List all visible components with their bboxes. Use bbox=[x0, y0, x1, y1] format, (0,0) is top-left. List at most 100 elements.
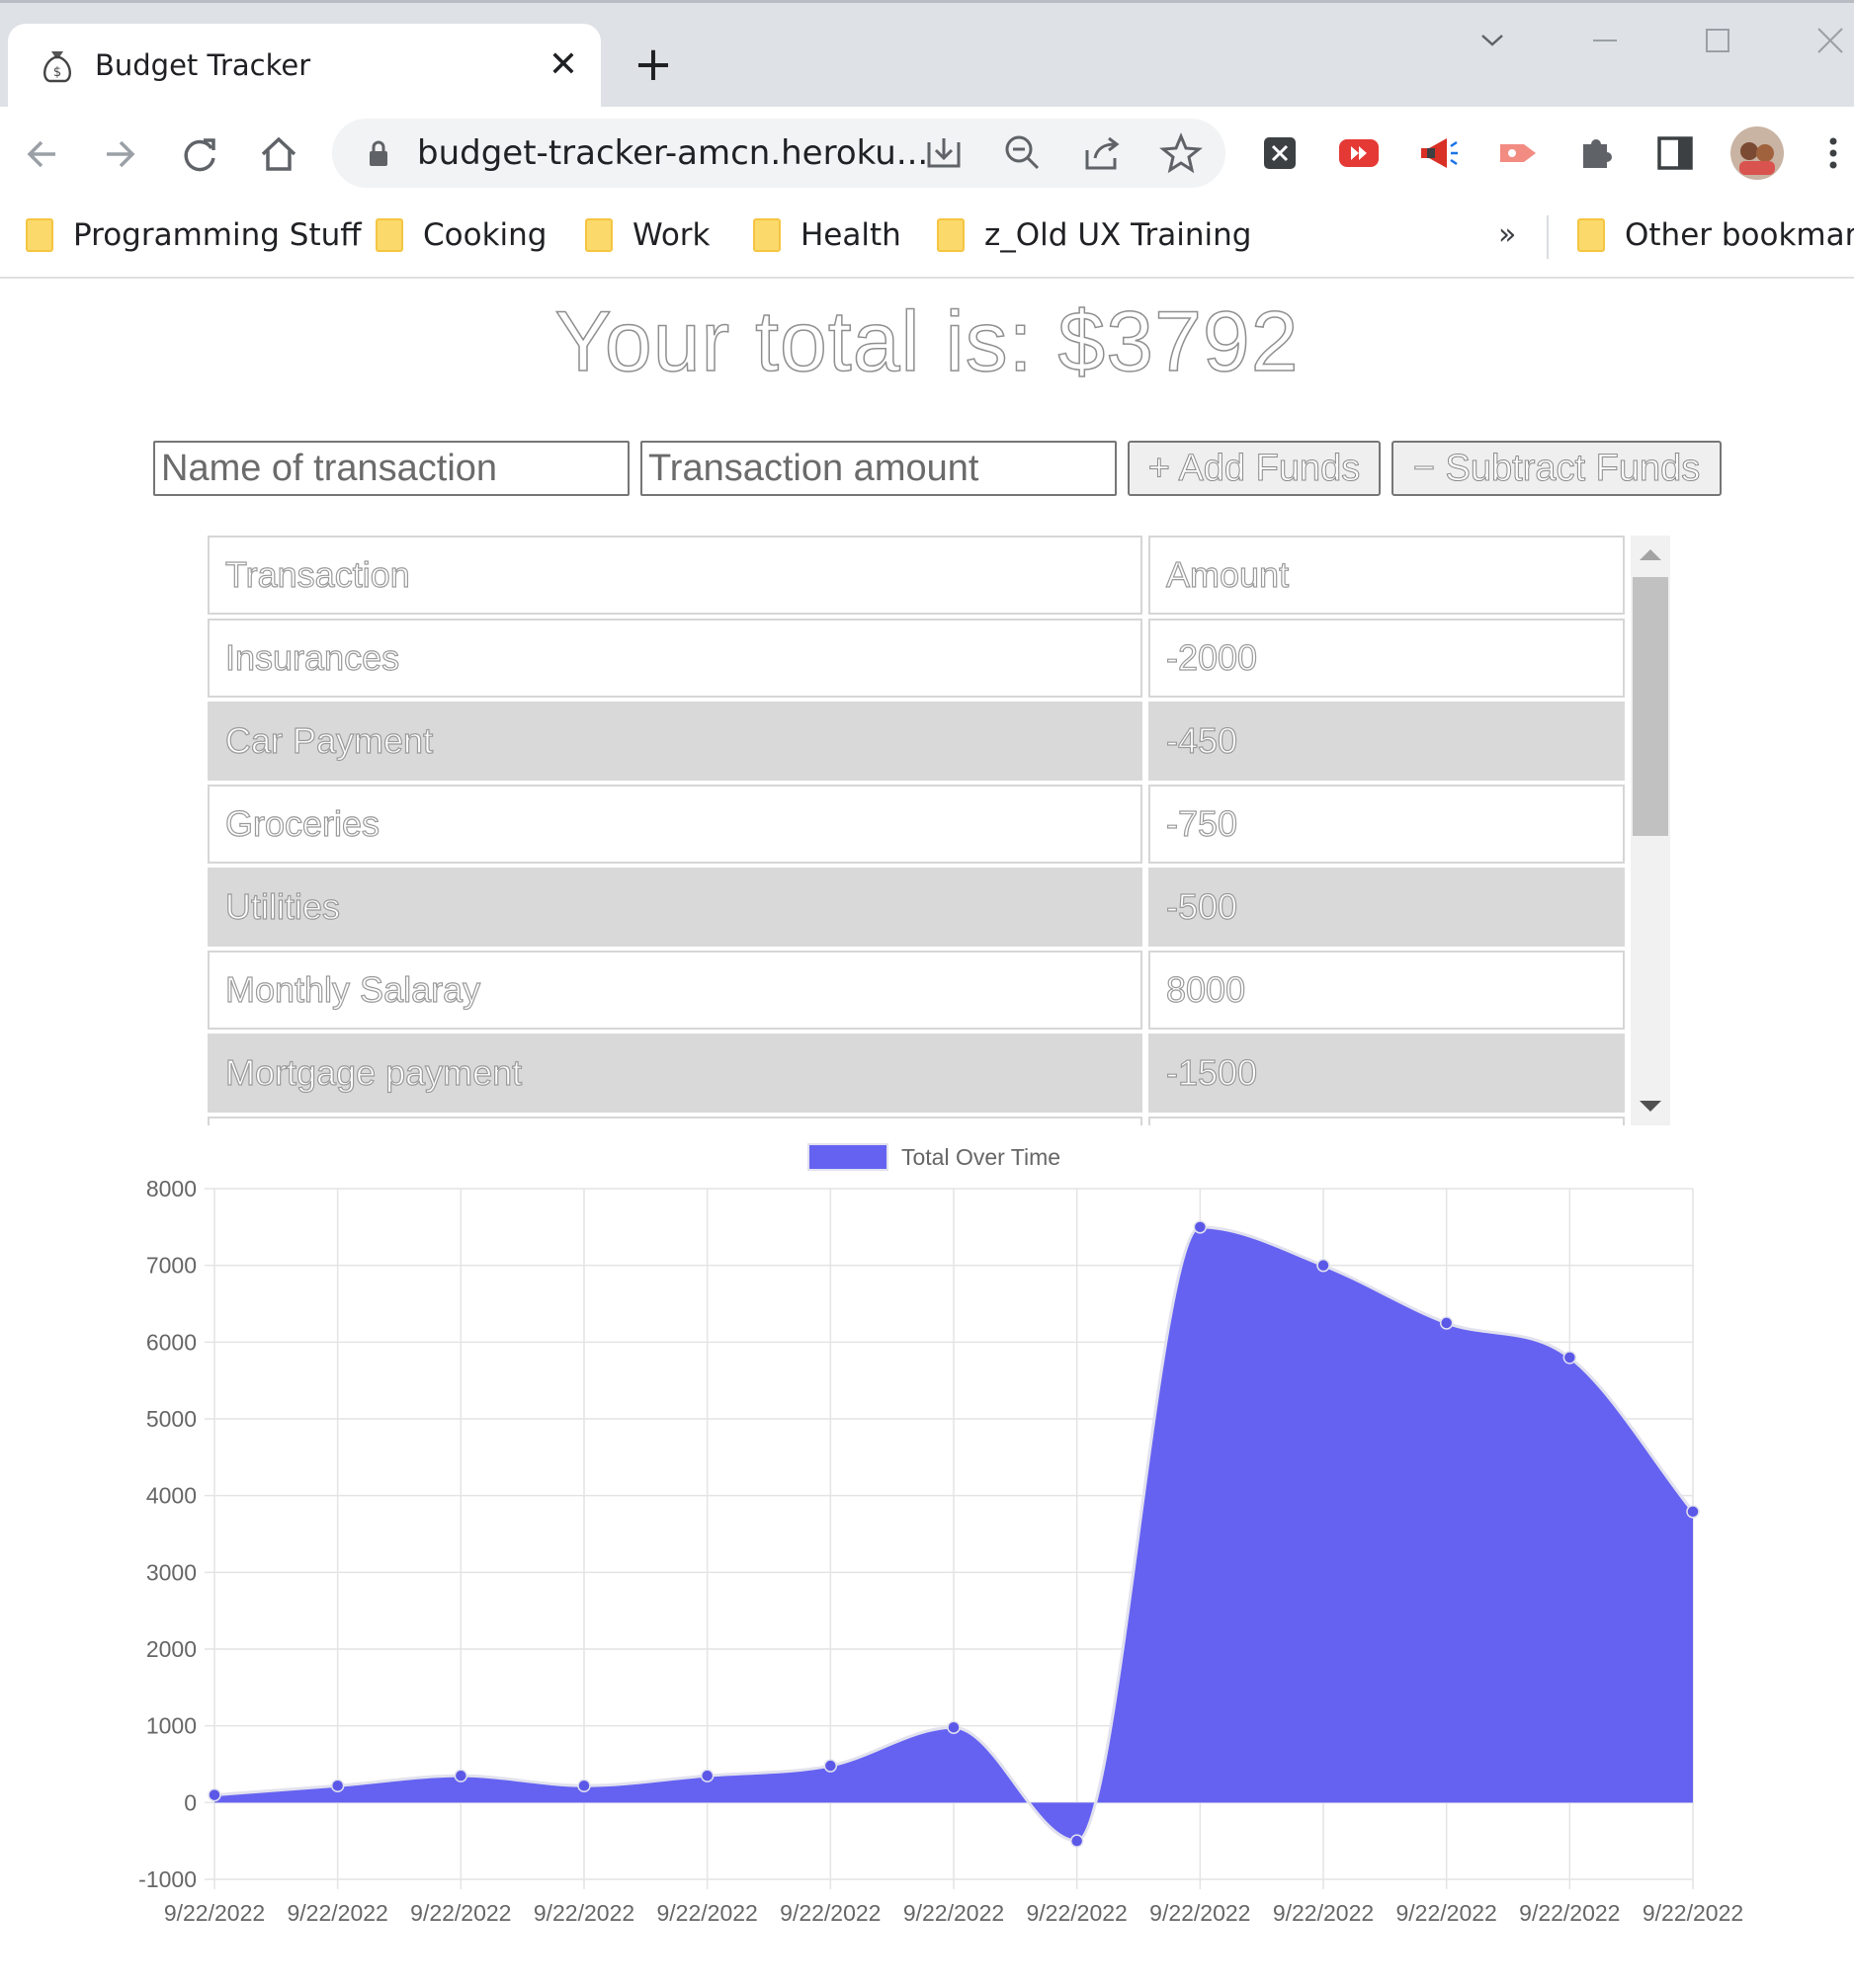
close-window-icon[interactable] bbox=[1801, 16, 1854, 65]
bookmark-folder[interactable]: Programming Stuff bbox=[26, 213, 362, 257]
screen-recorder-extension-icon[interactable] bbox=[1492, 128, 1542, 178]
window-top-edge bbox=[0, 0, 1854, 3]
legend-label: Total Over Time bbox=[901, 1144, 1060, 1170]
add-funds-button[interactable]: + Add Funds bbox=[1128, 441, 1381, 496]
bookmarks-bar: Programming Stuff Cooking Work Health z_… bbox=[0, 200, 1854, 279]
x-tick-label: 9/22/2022 bbox=[1027, 1900, 1128, 1926]
lock-icon[interactable] bbox=[364, 138, 393, 168]
data-point bbox=[1439, 1316, 1454, 1330]
x-extension-icon[interactable] bbox=[1255, 128, 1305, 178]
y-tick-label: 0 bbox=[184, 1789, 197, 1815]
y-tick-label: 3000 bbox=[146, 1559, 197, 1585]
data-point bbox=[1316, 1258, 1330, 1273]
folder-icon bbox=[585, 218, 613, 252]
data-point bbox=[330, 1779, 345, 1792]
x-tick-label: 9/22/2022 bbox=[164, 1900, 265, 1926]
bookmark-label: Health bbox=[801, 217, 901, 253]
table-row: Utilities -500 bbox=[208, 868, 1625, 947]
share-icon[interactable] bbox=[1079, 130, 1125, 176]
transaction-amount-cell: -2000 bbox=[1148, 619, 1625, 698]
table-row: Insurances -2000 bbox=[208, 619, 1625, 698]
x-tick-label: 9/22/2022 bbox=[1519, 1900, 1620, 1926]
table-row: Mortgage payment -1500 bbox=[208, 1034, 1625, 1113]
bookmark-label: Programming Stuff bbox=[73, 217, 362, 253]
chart-svg: -1000 0 1000 2000 3000 4000 5000 6000 7000 8000 9/… bbox=[138, 1143, 1743, 1926]
menu-kebab-icon[interactable] bbox=[1809, 128, 1854, 178]
tab-search-icon[interactable] bbox=[1463, 16, 1522, 65]
y-tick-label: 1000 bbox=[146, 1713, 197, 1739]
bookmark-folder[interactable]: Work bbox=[585, 213, 711, 257]
money-bag-icon: $ bbox=[43, 51, 71, 83]
bookmark-star-icon[interactable] bbox=[1158, 130, 1204, 176]
x-tick-label: 9/22/2022 bbox=[657, 1900, 758, 1926]
data-point bbox=[1193, 1220, 1208, 1234]
more-bookmarks-chevron-icon[interactable]: » bbox=[1498, 213, 1516, 257]
other-bookmarks-label: Other bookmarks bbox=[1625, 217, 1854, 253]
x-tick-label: 9/22/2022 bbox=[1643, 1900, 1743, 1926]
transaction-amount-cell bbox=[1148, 1117, 1625, 1125]
new-tab-button[interactable]: + bbox=[629, 40, 678, 89]
data-point bbox=[1562, 1351, 1577, 1365]
total-heading: Your total is: $3792 bbox=[554, 293, 1300, 390]
active-tab[interactable]: $ Budget Tracker ✕ bbox=[8, 24, 601, 107]
video-speed-extension-icon[interactable] bbox=[1334, 128, 1384, 178]
bookmark-label: Work bbox=[632, 217, 711, 253]
transaction-amount-cell: -750 bbox=[1148, 785, 1625, 864]
header-transaction: Transaction bbox=[208, 536, 1142, 615]
table-header-row: Transaction Amount bbox=[208, 536, 1625, 615]
megaphone-extension-icon[interactable] bbox=[1413, 128, 1463, 178]
transaction-amount-cell: 8000 bbox=[1148, 951, 1625, 1030]
transaction-amount-cell: -1500 bbox=[1148, 1034, 1625, 1113]
total-over-time-chart: -1000 0 1000 2000 3000 4000 5000 6000 7000 8000 9/… bbox=[0, 1126, 1854, 1937]
extensions-puzzle-icon[interactable] bbox=[1571, 128, 1621, 178]
minimize-icon[interactable] bbox=[1575, 16, 1635, 65]
data-point bbox=[1069, 1834, 1084, 1848]
back-icon[interactable] bbox=[16, 128, 67, 180]
transaction-amount-cell: -450 bbox=[1148, 702, 1625, 781]
home-icon[interactable] bbox=[253, 128, 304, 180]
transaction-name-input[interactable] bbox=[153, 441, 630, 496]
forward-icon[interactable] bbox=[95, 128, 146, 180]
transaction-name-cell: Monthly Salaray bbox=[208, 951, 1142, 1030]
table-row-partial bbox=[208, 1117, 1625, 1125]
folder-icon bbox=[753, 218, 781, 252]
folder-icon bbox=[1577, 218, 1605, 252]
y-tick-label: 5000 bbox=[146, 1406, 197, 1432]
tab-title: Budget Tracker bbox=[95, 48, 311, 82]
transactions-table[interactable]: Transaction Amount Insurances -2000 Car … bbox=[208, 536, 1670, 1125]
bookmark-label: Cooking bbox=[423, 217, 548, 253]
table-row: Groceries -750 bbox=[208, 785, 1625, 864]
y-tick-label: 6000 bbox=[146, 1329, 197, 1355]
transaction-amount-input[interactable] bbox=[640, 441, 1117, 496]
folder-icon bbox=[937, 218, 965, 252]
url-text[interactable]: budget-tracker-amcn.heroku... bbox=[417, 132, 928, 174]
x-tick-label: 9/22/2022 bbox=[534, 1900, 634, 1926]
bookmarks-divider bbox=[1547, 215, 1549, 259]
install-app-icon[interactable] bbox=[921, 130, 967, 176]
bookmark-folder[interactable]: z_Old UX Training bbox=[937, 213, 1251, 257]
close-tab-icon[interactable]: ✕ bbox=[542, 43, 585, 87]
transaction-amount-cell: -500 bbox=[1148, 868, 1625, 947]
tab-strip: $ Budget Tracker ✕ + bbox=[0, 0, 1854, 107]
address-bar[interactable]: budget-tracker-amcn.heroku... bbox=[332, 119, 1225, 188]
bookmark-folder[interactable]: Health bbox=[753, 213, 901, 257]
profile-avatar[interactable] bbox=[1729, 125, 1785, 181]
scroll-down-arrow-icon[interactable] bbox=[1640, 1101, 1661, 1112]
x-tick-label: 9/22/2022 bbox=[780, 1900, 881, 1926]
y-tick-label: 2000 bbox=[146, 1636, 197, 1662]
reload-icon[interactable] bbox=[174, 128, 225, 180]
zoom-out-icon[interactable] bbox=[1000, 130, 1046, 176]
maximize-icon[interactable] bbox=[1688, 16, 1747, 65]
y-tick-label: -1000 bbox=[138, 1866, 197, 1892]
other-bookmarks-folder[interactable]: Other bookmarks bbox=[1577, 213, 1854, 257]
bookmark-folder[interactable]: Cooking bbox=[376, 213, 547, 257]
folder-icon bbox=[376, 218, 403, 252]
scroll-up-arrow-icon[interactable] bbox=[1640, 549, 1661, 560]
plus-icon: + bbox=[1147, 448, 1170, 490]
side-panel-icon[interactable] bbox=[1650, 128, 1700, 178]
x-tick-label: 9/22/2022 bbox=[1149, 1900, 1250, 1926]
subtract-funds-button[interactable]: − Subtract Funds bbox=[1391, 441, 1722, 496]
transaction-name-cell bbox=[208, 1117, 1142, 1125]
table-scrollbar-thumb[interactable] bbox=[1633, 577, 1668, 836]
table-row: Car Payment -450 bbox=[208, 702, 1625, 781]
